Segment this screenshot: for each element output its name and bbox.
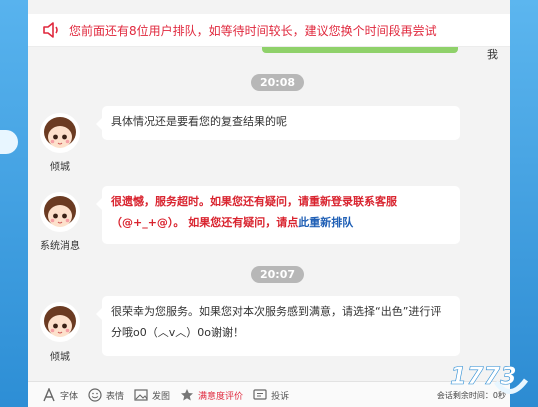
message-text: 很荣幸为您服务。如果您对本次服务感到满意，请选择“出色”进行评分哦o0（︿v︿）… [111, 305, 442, 339]
message-bubble: 具体情况还是要看您的复查结果的呢 [96, 106, 460, 140]
requeue-link[interactable]: 此重新排队 [298, 216, 353, 229]
system-message-text: 很遗憾，服务超时。如果您还有疑问，请重新登录联系客服（@+_+@）。 如果您还有… [111, 195, 397, 229]
emoji-label: 表情 [106, 391, 125, 402]
message-text: 具体情况还是要看您的复查结果的呢 [111, 115, 287, 128]
sender-name: 倾城 [50, 162, 70, 173]
timestamp-pill: 20:07 [251, 266, 305, 283]
sender-name: 倾城 [50, 352, 70, 363]
user-message-bubble-edge [262, 47, 458, 53]
queue-notice-bar: 您前面还有8位用户排队，如等待时间较长，建议您换个时间段再尝试 [28, 14, 510, 47]
image-button[interactable]: 发图 [134, 388, 170, 402]
emoji-button[interactable]: 表情 [88, 388, 124, 402]
image-label: 发图 [152, 391, 171, 402]
smiley-icon [88, 388, 102, 402]
timestamp-pill: 20:08 [251, 74, 305, 91]
rating-label: 满意度评价 [198, 391, 244, 402]
system-avatar [40, 192, 80, 232]
background-right [510, 0, 538, 407]
font-label: 字体 [60, 391, 79, 402]
background-left [0, 0, 30, 407]
font-icon [43, 388, 55, 402]
message-bubble: 很荣幸为您服务。如果您对本次服务感到满意，请选择“出色”进行评分哦o0（︿v︿）… [96, 296, 460, 356]
font-button[interactable]: 字体 [42, 388, 78, 402]
speaker-icon [43, 22, 58, 38]
chat-window: 您前面还有8位用户排队，如等待时间较长，建议您换个时间段再尝试 我 20:08 … [28, 0, 510, 407]
star-icon [181, 389, 194, 401]
rating-button[interactable]: 满意度评价 [180, 388, 243, 402]
site-watermark-logo: 1773 [450, 362, 529, 394]
complaint-button[interactable]: 投诉 [253, 388, 289, 402]
complaint-label: 投诉 [271, 391, 290, 402]
complaint-icon [253, 389, 267, 400]
image-icon [134, 389, 148, 401]
bottom-toolbar: 字体 表情 发图 满意度评价 投诉 会话剩余时间：0秒 [28, 381, 510, 407]
agent-avatar [40, 113, 80, 153]
svg-text:1773: 1773 [450, 362, 517, 390]
queue-notice-text: 您前面还有8位用户排队，如等待时间较长，建议您换个时间段再尝试 [69, 23, 437, 38]
self-label: 我 [487, 48, 498, 61]
sender-name: 系统消息 [40, 241, 80, 252]
system-message-bubble: 很遗憾，服务超时。如果您还有疑问，请重新登录联系客服（@+_+@）。 如果您还有… [96, 186, 460, 244]
agent-avatar [40, 302, 80, 342]
